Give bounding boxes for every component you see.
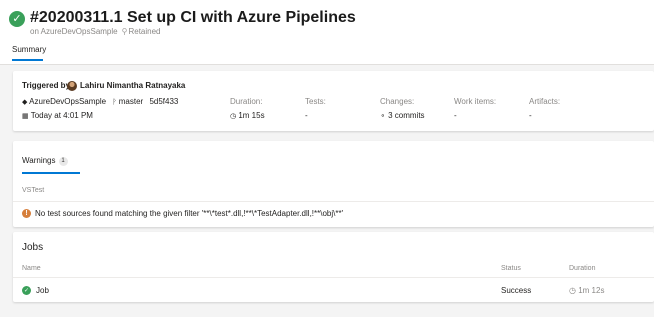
job-name[interactable]: Job bbox=[36, 286, 49, 295]
warning-icon: ! bbox=[22, 209, 31, 218]
tab-warnings[interactable]: Warnings 1 bbox=[22, 156, 68, 166]
col-name-header: Name bbox=[22, 265, 41, 272]
changes-row[interactable]: ⚬ 3 commits bbox=[380, 111, 425, 120]
artifacts-label: Artifacts: bbox=[529, 97, 561, 106]
warnings-divider bbox=[13, 201, 654, 202]
tests-value: - bbox=[305, 111, 308, 120]
changes-label: Changes: bbox=[380, 97, 415, 106]
artifacts-value: - bbox=[529, 111, 532, 120]
clock-icon: ◷ bbox=[230, 112, 237, 120]
commit-icon: ⚬ bbox=[380, 112, 386, 120]
triggered-by-user[interactable]: Lahiru Nimantha Ratnayaka bbox=[80, 81, 185, 90]
run-time: Today at 4:01 PM bbox=[30, 111, 93, 120]
work-items-label: Work items: bbox=[454, 97, 497, 106]
duration-value: 1m 15s bbox=[238, 111, 265, 120]
success-check-icon: ✓ bbox=[9, 11, 25, 27]
tab-warnings-underline bbox=[22, 172, 80, 174]
header-divider bbox=[0, 64, 654, 65]
repo-link[interactable]: on AzureDevOpsSample bbox=[30, 27, 118, 36]
warnings-tab-label: Warnings bbox=[22, 156, 56, 165]
job-success-icon: ✓ bbox=[22, 286, 31, 295]
branch-icon: ᚹ bbox=[112, 98, 117, 106]
commit-id[interactable]: 5d5f433 bbox=[149, 97, 178, 106]
duration-label: Duration: bbox=[230, 97, 263, 106]
warnings-card: Warnings 1 VSTest ! No test sources found… bbox=[13, 141, 654, 227]
avatar bbox=[67, 81, 77, 91]
duration-row: ◷ 1m 15s bbox=[230, 111, 265, 120]
repo-name[interactable]: AzureDevOpsSample bbox=[29, 97, 106, 106]
warning-section-title: VSTest bbox=[22, 187, 45, 194]
jobs-divider bbox=[13, 277, 654, 278]
col-status-header: Status bbox=[501, 265, 521, 272]
calendar-icon: ▦ bbox=[22, 112, 29, 120]
job-duration: 1m 12s bbox=[578, 286, 605, 295]
tests-label: Tests: bbox=[305, 97, 326, 106]
clock-icon: ◷ bbox=[569, 286, 576, 295]
warnings-count-badge: 1 bbox=[58, 157, 68, 166]
work-items-value: - bbox=[454, 111, 457, 120]
warning-message[interactable]: No test sources found matching the given… bbox=[35, 209, 343, 218]
tab-summary[interactable]: Summary bbox=[12, 45, 46, 54]
col-duration-header: Duration bbox=[569, 265, 596, 272]
triggered-by-label: Triggered by bbox=[22, 81, 71, 90]
jobs-title: Jobs bbox=[22, 242, 44, 253]
job-duration-row: ◷ 1m 12s bbox=[569, 286, 604, 295]
time-row: ▦ Today at 4:01 PM bbox=[22, 111, 93, 120]
branch-name[interactable]: master bbox=[119, 97, 143, 106]
repo-row: ◆ AzureDevOpsSample ᚹ master 5d5f433 bbox=[22, 97, 178, 106]
job-status: Success bbox=[501, 286, 532, 295]
page-title: #20200311.1 Set up CI with Azure Pipelin… bbox=[30, 9, 356, 26]
summary-card: Triggered by Lahiru Nimantha Ratnayaka ◆… bbox=[13, 71, 654, 131]
run-subtitle: on AzureDevOpsSample ⚲Retained bbox=[30, 27, 161, 36]
pin-icon: ⚲ bbox=[121, 27, 128, 36]
changes-value[interactable]: 3 commits bbox=[388, 111, 424, 120]
jobs-card: Jobs Name Status Duration ✓ Job Success … bbox=[13, 232, 654, 302]
retained-label: Retained bbox=[128, 27, 161, 36]
tab-summary-underline bbox=[12, 59, 43, 61]
repo-icon: ◆ bbox=[22, 98, 28, 106]
